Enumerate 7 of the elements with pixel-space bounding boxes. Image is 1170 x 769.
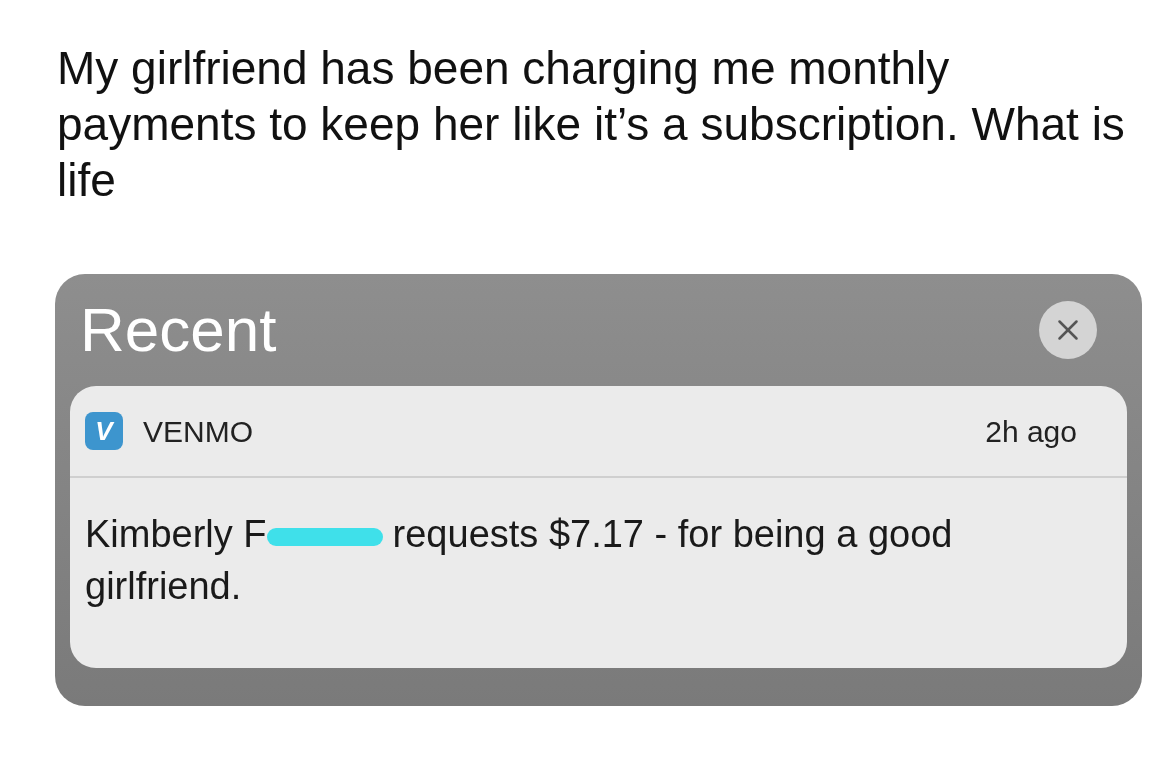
post-text: My girlfriend has been charging me monthly payments to keep her like it’s a subscription. What is life xyxy=(57,41,1126,208)
notification-card[interactable]: V VENMO 2h ago Kimberly F requests $7.17 - for being a good girlfriend. xyxy=(70,386,1127,668)
timestamp: 2h ago xyxy=(985,413,1077,450)
section-title: Recent xyxy=(80,294,277,366)
app-name: VENMO xyxy=(143,413,253,450)
app-icon: V xyxy=(85,412,123,450)
notification-message: Kimberly F requests $7.17 - for being a good girlfriend. xyxy=(85,512,954,609)
